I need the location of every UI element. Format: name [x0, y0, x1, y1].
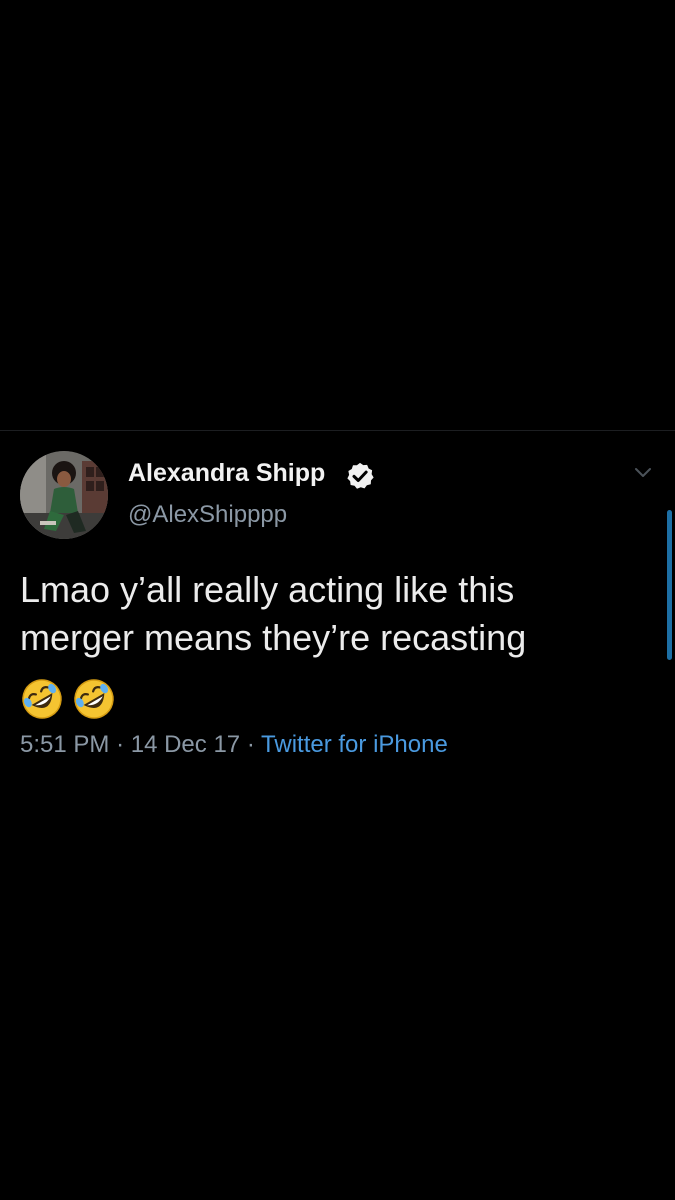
tweet-date[interactable]: 14 Dec 17	[131, 731, 240, 758]
avatar-image	[20, 451, 108, 539]
display-name[interactable]: Alexandra Shipp	[128, 459, 325, 488]
verified-badge-icon	[347, 462, 374, 489]
tweet-detail: Alexandra Shipp @AlexShipppp Lmao y’all …	[0, 431, 660, 791]
rolling-on-floor-laughing-emoji	[74, 679, 115, 719]
tweet-time: 5:51 PM	[20, 731, 110, 758]
rolling-on-floor-laughing-emoji	[22, 679, 62, 719]
user-handle[interactable]: @AlexShipppp	[128, 501, 287, 529]
tweet-text-line: merger means they’re recasting	[20, 617, 527, 658]
tweet-text: Lmao y’all really acting like this merge…	[20, 566, 640, 662]
chevron-down-icon[interactable]	[630, 463, 656, 483]
tweet-text-line: Lmao y’all really acting like this	[20, 569, 515, 610]
avatar[interactable]	[20, 451, 108, 539]
meta-separator: ·	[246, 731, 255, 758]
tweet-source-link[interactable]: Twitter for iPhone	[261, 731, 448, 758]
scrollbar[interactable]	[667, 510, 672, 660]
emoji-row	[20, 677, 120, 723]
meta-separator: ·	[116, 731, 125, 758]
tweet-meta: 5:51 PM · 14 Dec 17 · Twitter for iPhone	[20, 731, 448, 759]
